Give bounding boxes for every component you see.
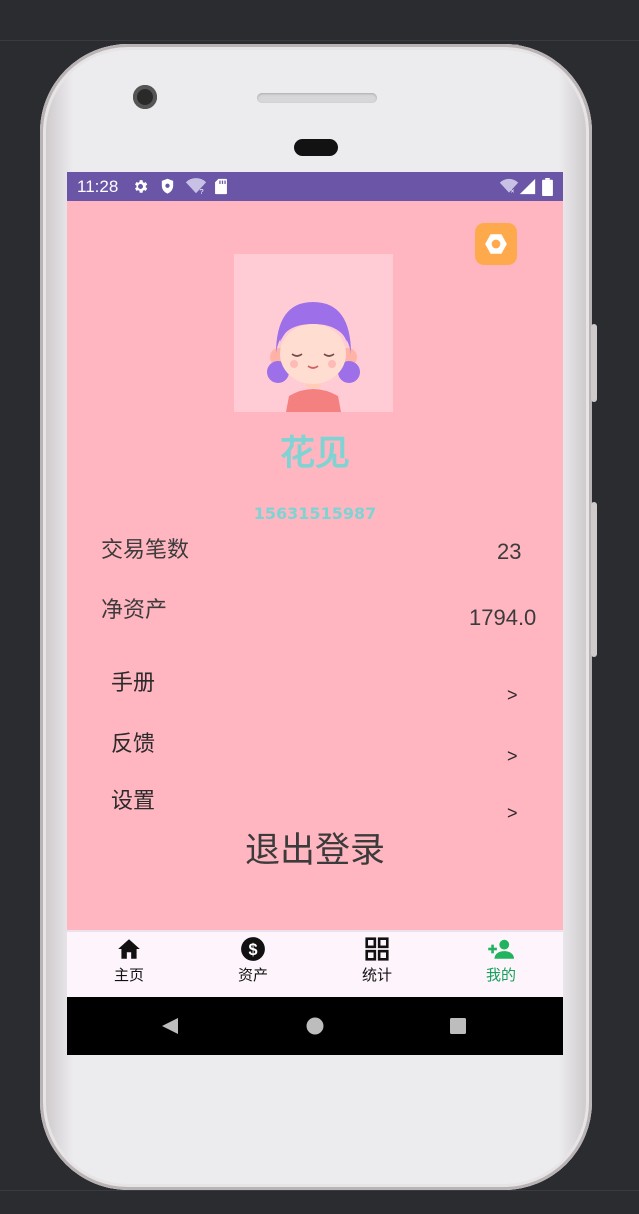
hexagon-settings-icon [485,234,507,254]
battery-icon [542,178,553,196]
svg-text:×: × [511,188,515,195]
speaker-grille [257,93,377,103]
settings-button[interactable] [475,223,517,265]
menu-settings-arrow[interactable]: > [507,803,518,824]
wifi-off-icon: × [499,178,519,195]
shield-icon [161,178,174,194]
tab-statistics-label: 统计 [361,966,392,984]
volume-button [591,324,597,402]
status-time: 11:28 [77,177,119,196]
tab-mine[interactable]: 我的 [439,932,563,999]
sd-card-icon [215,178,227,195]
menu-manual[interactable]: 手册 [111,665,155,697]
tab-home-label: 主页 [113,966,144,984]
recents-icon[interactable] [449,1017,467,1035]
status-bar: 11:28 ? × [67,172,563,201]
grid-icon [365,937,389,961]
power-button [591,502,597,657]
wifi-question-icon: ? [185,178,207,195]
stat-trade-count-label: 交易笔数 [101,538,190,563]
user-name: 花见 [279,434,350,474]
signal-icon [519,178,536,195]
stat-net-assets-label: 净资产 [101,598,168,623]
tab-assets[interactable]: $ 资产 [191,932,315,999]
svg-text:$: $ [248,941,257,959]
menu-feedback-arrow[interactable]: > [507,746,518,767]
home-nav-icon[interactable] [306,1017,324,1035]
back-icon[interactable] [161,1017,179,1035]
tab-statistics[interactable]: 统计 [315,932,439,999]
stat-trade-count-value: 23 [497,539,522,564]
dollar-circle-icon: $ [241,937,265,961]
menu-manual-arrow[interactable]: > [507,685,518,706]
menu-settings[interactable]: 设置 [111,783,155,815]
home-icon [118,939,140,959]
tab-assets-label: 资产 [237,966,268,984]
svg-text:?: ? [199,187,203,195]
girl-avatar-icon [234,254,393,412]
avatar [234,254,393,412]
menu-feedback[interactable]: 反馈 [111,726,155,758]
tab-home[interactable]: 主页 [67,932,191,999]
app-screen: 11:28 ? × 花见 15631515987 交易笔数 23 净资产 179… [67,172,563,1055]
bottom-tab-bar: 主页 $ 资产 统计 我的 [67,930,563,999]
person-add-icon [488,939,514,959]
android-nav-bar [67,997,563,1055]
user-phone: 15631515987 [253,504,377,523]
front-camera [133,85,157,109]
emulator-bottom-bar [0,1190,639,1214]
gear-icon [135,180,148,193]
emulator-top-bar [0,0,639,41]
logout-button[interactable]: 退出登录 [67,822,563,873]
earpiece [294,139,338,156]
tab-mine-label: 我的 [485,966,516,984]
stat-net-assets-value: 1794.0 [469,605,537,630]
